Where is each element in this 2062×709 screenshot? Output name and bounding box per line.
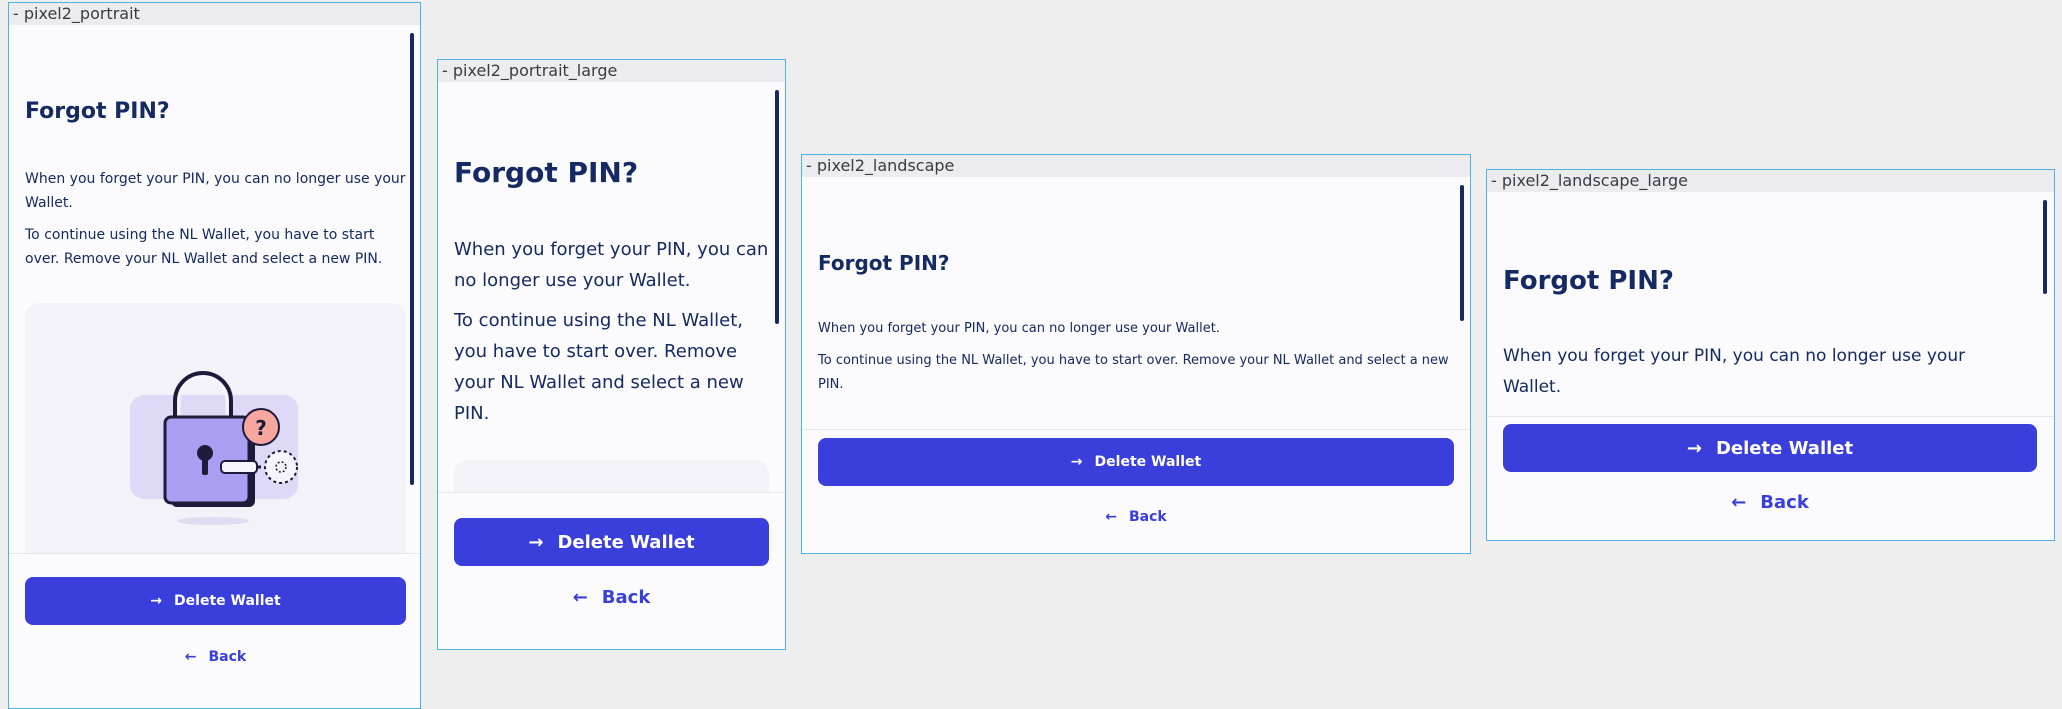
frame-label: - pixel2_landscape <box>802 155 1470 177</box>
divider <box>438 492 785 493</box>
frame-pixel2-portrait-large: - pixel2_portrait_large Forgot PIN? When… <box>437 59 786 650</box>
arrow-left-icon: ← <box>572 586 588 608</box>
page-title: Forgot PIN? <box>818 251 950 275</box>
divider <box>9 553 420 554</box>
body-paragraph-1: When you forget your PIN, you can no lon… <box>1503 346 1966 397</box>
arrow-right-icon: → <box>1070 454 1083 470</box>
lock-with-key-question-icon: ? <box>130 371 298 525</box>
body-paragraph-1: When you forget your PIN, you can no lon… <box>818 321 1220 336</box>
body-paragraph-2: To continue using the NL Wallet, you hav… <box>454 310 744 424</box>
frame-label: - pixel2_landscape_large <box>1487 170 2054 192</box>
page-title: Forgot PIN? <box>1503 266 1674 296</box>
content-scroll-area[interactable]: Forgot PIN? When you forget your PIN, yo… <box>438 82 785 492</box>
svg-text:?: ? <box>255 416 267 440</box>
content-scroll-area[interactable]: Forgot PIN? When you forget your PIN, yo… <box>9 25 420 553</box>
body-paragraph-1: When you forget your PIN, you can no lon… <box>454 239 769 291</box>
page-title: Forgot PIN? <box>454 156 639 189</box>
back-label: Back <box>601 586 651 608</box>
delete-wallet-label: Delete Wallet <box>1715 437 1854 459</box>
illustration-card <box>454 460 769 492</box>
content-scroll-area[interactable]: Forgot PIN? When you forget your PIN, yo… <box>1487 192 2054 416</box>
frame-label: - pixel2_portrait_large <box>438 60 785 82</box>
delete-wallet-button[interactable]: → Delete Wallet <box>454 518 769 566</box>
back-button[interactable]: ← Back <box>1503 485 2037 519</box>
delete-wallet-button[interactable]: → Delete Wallet <box>25 577 406 625</box>
body-paragraph-1: When you forget your PIN, you can no lon… <box>25 171 406 211</box>
body-paragraph-2: To continue using the NL Wallet, you hav… <box>25 227 383 267</box>
back-button[interactable]: ← Back <box>25 641 406 673</box>
page-title: Forgot PIN? <box>25 99 170 124</box>
frame-pixel2-landscape-large: - pixel2_landscape_large Forgot PIN? Whe… <box>1486 169 2055 541</box>
arrow-right-icon: → <box>1686 437 1702 459</box>
scrollbar[interactable] <box>775 90 779 324</box>
body-paragraph-2: To continue using the NL Wallet, you hav… <box>818 353 1449 392</box>
delete-wallet-button[interactable]: → Delete Wallet <box>1503 424 2037 472</box>
back-label: Back <box>1129 509 1167 525</box>
delete-wallet-label: Delete Wallet <box>174 593 281 609</box>
forgot-pin-screen: Forgot PIN? When you forget your PIN, yo… <box>1487 192 2054 540</box>
forgot-pin-screen: Forgot PIN? When you forget your PIN, yo… <box>438 82 785 649</box>
arrow-right-icon: → <box>528 531 544 553</box>
forgot-pin-screen: Forgot PIN? When you forget your PIN, yo… <box>802 177 1470 553</box>
back-button[interactable]: ← Back <box>818 501 1454 533</box>
arrow-left-icon: ← <box>1731 491 1747 513</box>
delete-wallet-label: Delete Wallet <box>557 531 695 553</box>
frame-label: - pixel2_portrait <box>9 3 420 25</box>
content-scroll-area[interactable]: Forgot PIN? When you forget your PIN, yo… <box>802 177 1470 429</box>
back-label: Back <box>208 649 247 665</box>
back-button[interactable]: ← Back <box>454 580 769 614</box>
illustration-card: ? <box>25 303 406 553</box>
divider <box>1487 416 2054 417</box>
divider <box>802 429 1470 430</box>
arrow-left-icon: ← <box>184 649 197 665</box>
delete-wallet-button[interactable]: → Delete Wallet <box>818 438 1454 486</box>
scrollbar[interactable] <box>2043 200 2047 294</box>
scrollbar[interactable] <box>410 33 414 485</box>
frame-pixel2-landscape: - pixel2_landscape Forgot PIN? When you … <box>801 154 1471 554</box>
back-label: Back <box>1760 491 1809 513</box>
forgot-pin-screen: Forgot PIN? When you forget your PIN, yo… <box>9 25 420 708</box>
arrow-left-icon: ← <box>1105 509 1117 525</box>
scrollbar[interactable] <box>1460 185 1464 321</box>
delete-wallet-label: Delete Wallet <box>1094 454 1202 470</box>
arrow-right-icon: → <box>150 593 163 609</box>
frame-pixel2-portrait: - pixel2_portrait Forgot PIN? When you f… <box>8 2 421 709</box>
